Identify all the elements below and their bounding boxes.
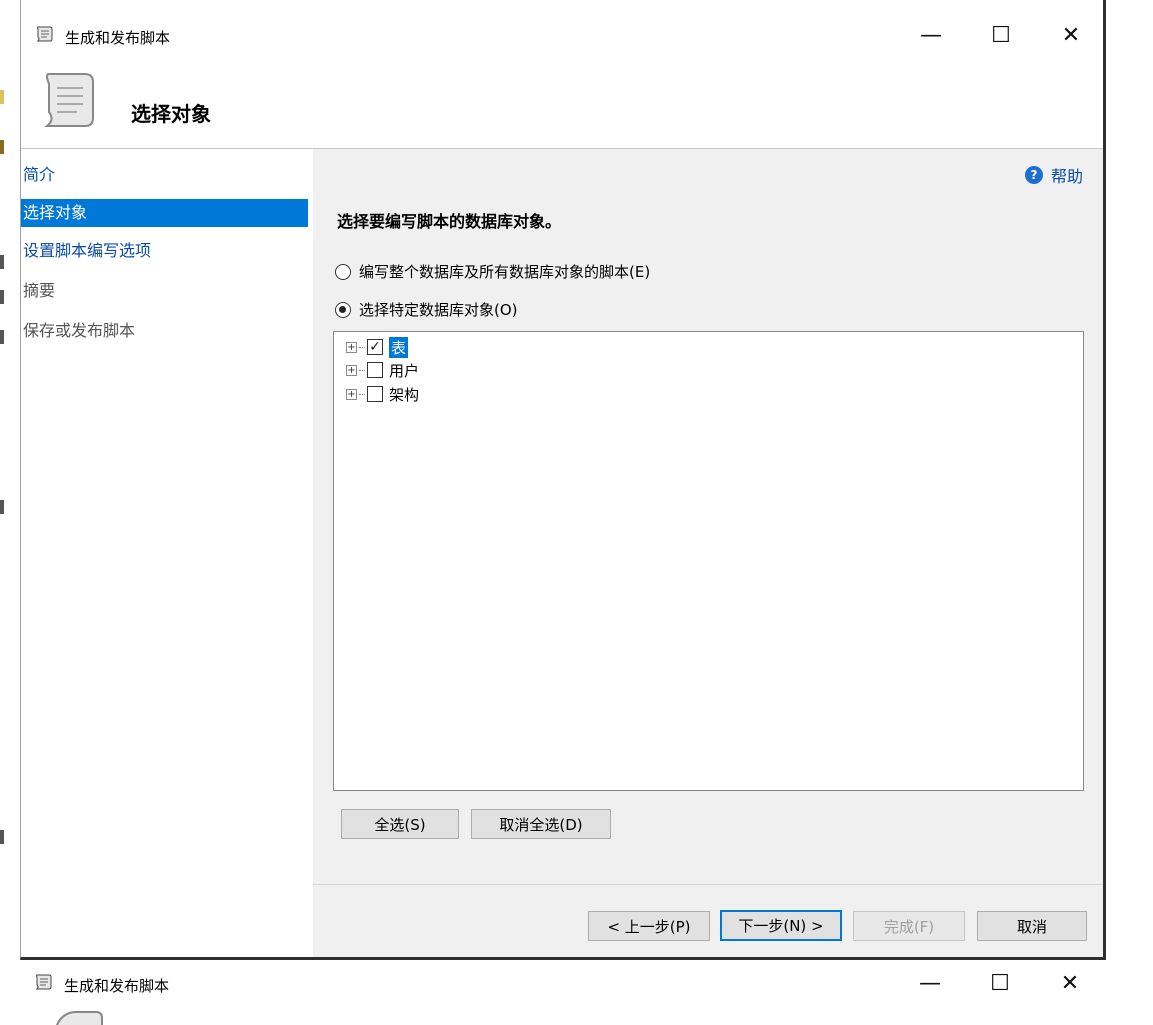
close-icon: ✕ [1061, 22, 1081, 48]
tree-item-label: 用户 [389, 361, 420, 380]
minimize-button[interactable]: — [910, 966, 950, 1000]
finish-button: 完成(F) [853, 911, 965, 941]
next-button[interactable]: 下一步(N) > [720, 910, 842, 941]
object-tree[interactable]: + ✓ 表 + 用户 + 架构 [333, 331, 1084, 791]
button-label: 取消 [1016, 917, 1047, 936]
section-title: 选择要编写脚本的数据库对象。 [337, 212, 562, 231]
help-link[interactable]: ? 帮助 [1024, 163, 1083, 187]
tree-item-label: 表 [389, 336, 409, 358]
button-label: < 上一步(P) [607, 917, 691, 936]
wizard-header: 选择对象 [21, 60, 1103, 148]
option-script-entire-db[interactable]: 编写整个数据库及所有数据库对象的脚本(E) [335, 261, 650, 282]
expand-icon[interactable]: + [346, 341, 357, 353]
option-label: 选择特定数据库对象(O) [359, 301, 518, 319]
button-label: 取消全选(D) [499, 815, 583, 834]
script-scroll-icon [55, 1011, 103, 1025]
expand-icon[interactable]: + [346, 364, 357, 376]
wizard-nav: 简介 选择对象 设置脚本编写选项 摘要 保存或发布脚本 [21, 148, 313, 957]
second-window-title-bar: 生成和发布脚本 — ☐ ✕ [0, 960, 1106, 1025]
script-scroll-icon [36, 26, 53, 42]
close-button[interactable]: ✕ [1051, 18, 1091, 52]
tree-checkbox[interactable] [367, 386, 383, 402]
generate-scripts-window: 生成和发布脚本 — ☐ ✕ 选择对象 简介 选择对象 设置脚本编写选项 摘要 保… [20, 0, 1106, 960]
window-title: 生成和发布脚本 [64, 977, 170, 995]
desktop-background [0, 0, 20, 1025]
cancel-button[interactable]: 取消 [977, 911, 1087, 941]
button-label: 完成(F) [883, 917, 935, 936]
tree-item-tables[interactable]: + ✓ 表 [346, 336, 409, 358]
select-all-button[interactable]: 全选(S) [341, 809, 459, 839]
help-icon: ? [1024, 166, 1043, 184]
page-title: 选择对象 [131, 102, 211, 126]
tree-item-users[interactable]: + 用户 [346, 359, 419, 381]
nav-item-save-or-publish: 保存或发布脚本 [21, 317, 308, 345]
wizard-footer: < 上一步(P) 下一步(N) > 完成(F) 取消 [313, 884, 1103, 957]
button-label: 全选(S) [374, 815, 426, 834]
maximize-button[interactable]: ☐ [981, 18, 1021, 52]
option-label: 编写整个数据库及所有数据库对象的脚本(E) [359, 263, 651, 281]
nav-item-label: 选择对象 [23, 203, 88, 222]
expand-icon[interactable]: + [346, 388, 357, 400]
script-scroll-icon [44, 73, 94, 127]
nav-item-scripting-options[interactable]: 设置脚本编写选项 [21, 237, 308, 265]
nav-item-choose-objects[interactable]: 选择对象 [21, 199, 308, 227]
minimize-button[interactable]: — [911, 18, 951, 52]
maximize-icon: ☐ [991, 22, 1011, 48]
button-label: 下一步(N) > [738, 917, 824, 935]
radio-button[interactable] [335, 301, 351, 318]
nav-item-label: 保存或发布脚本 [23, 321, 136, 340]
deselect-all-button[interactable]: 取消全选(D) [471, 809, 611, 839]
maximize-button[interactable]: ☐ [980, 966, 1020, 1000]
tree-connector [359, 346, 365, 348]
nav-item-label: 简介 [23, 165, 56, 184]
tree-connector [359, 393, 365, 395]
nav-item-label: 设置脚本编写选项 [23, 241, 152, 260]
minimize-icon: — [920, 22, 942, 48]
previous-button[interactable]: < 上一步(P) [588, 911, 710, 941]
nav-item-label: 摘要 [23, 281, 56, 300]
tree-connector [359, 369, 365, 371]
tree-checkbox[interactable] [367, 362, 383, 378]
tree-item-label: 架构 [389, 385, 420, 404]
window-title: 生成和发布脚本 [65, 29, 171, 47]
content-panel: ? 帮助 选择要编写脚本的数据库对象。 编写整个数据库及所有数据库对象的脚本(E… [313, 148, 1103, 884]
close-icon: ✕ [1060, 970, 1080, 996]
close-button[interactable]: ✕ [1050, 966, 1090, 1000]
nav-item-summary: 摘要 [21, 277, 308, 305]
radio-button[interactable] [335, 263, 351, 280]
maximize-icon: ☐ [990, 970, 1010, 996]
tree-item-schemas[interactable]: + 架构 [346, 383, 419, 405]
help-label: 帮助 [1050, 167, 1083, 186]
option-select-specific-objects[interactable]: 选择特定数据库对象(O) [335, 299, 518, 320]
script-scroll-icon [35, 974, 52, 990]
minimize-icon: — [919, 970, 941, 996]
nav-item-intro[interactable]: 简介 [21, 161, 308, 189]
title-bar: 生成和发布脚本 — ☐ ✕ [21, 0, 1103, 60]
tree-checkbox[interactable]: ✓ [367, 339, 383, 355]
